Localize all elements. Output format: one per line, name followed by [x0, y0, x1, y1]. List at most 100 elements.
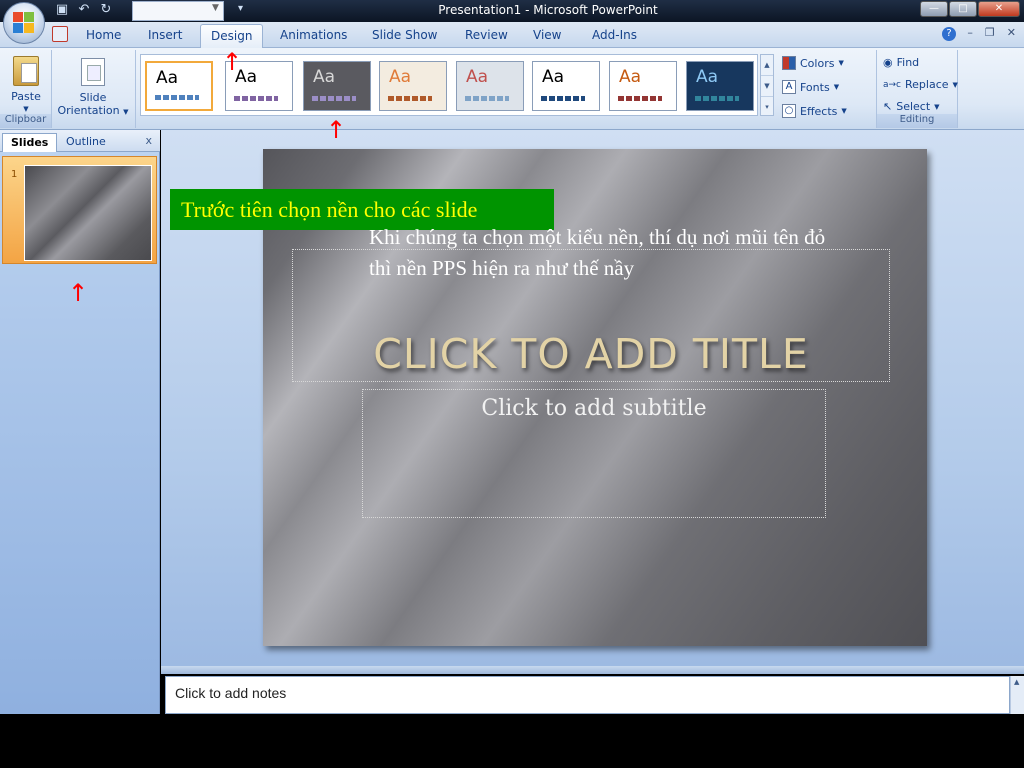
theme-7[interactable]: Aa — [609, 61, 677, 111]
window-title: Presentation1 - Microsoft PowerPoint — [438, 3, 658, 17]
slides-pane: Slides Outline x 1 — [0, 130, 160, 714]
binoculars-icon: ◉ — [883, 56, 893, 69]
gallery-more-icon[interactable]: ▾ — [761, 97, 773, 117]
select-button[interactable]: ↖ Select ▼ — [883, 100, 940, 113]
find-label: Find — [896, 56, 920, 69]
theme-color-swatches — [695, 96, 739, 101]
gallery-up-icon[interactable]: ▲ — [761, 55, 773, 76]
effects-label: Effects — [800, 104, 838, 118]
theme-color-swatches — [618, 96, 662, 101]
theme-label: Aa — [156, 68, 179, 88]
colors-label: Colors — [800, 56, 835, 70]
orientation-label: Orientation — [57, 104, 120, 117]
tab-design[interactable]: Design — [200, 24, 264, 49]
clipboard-group: Paste ▼ Clipboar — [0, 50, 52, 128]
theme-label: Aa — [619, 67, 642, 87]
slide-thumbnail-image — [24, 165, 152, 261]
red-arrow-theme-icon: ↑ — [326, 116, 347, 144]
subtitle-placeholder-text: Click to add subtitle — [481, 396, 707, 421]
tab-home[interactable]: Home — [86, 28, 121, 42]
fonts-button[interactable]: A Fonts ▼ — [782, 80, 839, 94]
theme-label: Aa — [542, 67, 565, 87]
office-button[interactable] — [3, 2, 45, 44]
theme-label: Aa — [466, 67, 489, 87]
paste-button[interactable]: Paste ▼ — [4, 52, 48, 116]
cursor-arrow-icon: ↖ — [883, 100, 893, 113]
notes-placeholder: Click to add notes — [175, 685, 287, 701]
slide-thumbnails: 1 — [0, 152, 159, 714]
slide-orientation-button[interactable]: Slide Orientation ▼ — [54, 52, 132, 119]
close-button[interactable]: ✕ — [978, 1, 1020, 17]
red-arrow-design-tab-icon: ↑ — [222, 48, 243, 76]
tab-view[interactable]: View — [533, 28, 561, 42]
tab-insert[interactable]: Insert — [148, 28, 182, 42]
find-button[interactable]: ◉ Find — [883, 56, 919, 69]
fonts-icon: A — [782, 80, 796, 94]
slide-thumbnail-selected[interactable]: 1 — [2, 156, 157, 264]
subtitle-placeholder[interactable]: Click to add subtitle — [362, 389, 826, 518]
ribbon-tabs: Home Insert Design Animations Slide Show… — [0, 22, 1024, 49]
effects-button[interactable]: ○ Effects ▼ — [782, 104, 847, 118]
replace-icon: a→c — [883, 79, 902, 90]
tab-review[interactable]: Review — [465, 28, 508, 42]
notes-splitter[interactable] — [161, 666, 1024, 674]
chevron-down-icon: ▼ — [123, 108, 129, 116]
theme-label: Aa — [313, 67, 336, 87]
tab-add-ins[interactable]: Add-Ins — [592, 28, 637, 42]
instruction-banner-text: Trước tiên chọn nền cho các slide — [181, 197, 478, 222]
theme-8[interactable]: Aa — [686, 61, 754, 111]
tab-animations[interactable]: Animations — [280, 28, 347, 42]
chevron-down-icon: ▼ — [952, 80, 958, 89]
theme-3[interactable]: Aa — [303, 61, 371, 111]
help-icon[interactable]: ? — [942, 27, 956, 41]
doc-restore-icon[interactable]: ❐ — [985, 26, 995, 39]
chevron-down-icon: ▼ — [934, 102, 940, 111]
theme-5[interactable]: Aa — [456, 61, 524, 111]
notes-scrollbar[interactable] — [1010, 676, 1024, 714]
slide-orientation-icon — [81, 58, 105, 86]
tab-slides[interactable]: Slides — [2, 133, 58, 152]
title-placeholder-text: CLICK TO ADD TITLE — [373, 329, 809, 378]
notes-pane[interactable]: Click to add notes — [165, 676, 1010, 714]
pane-tabs: Slides Outline x — [0, 130, 160, 152]
doc-close-icon[interactable]: ✕ — [1007, 26, 1016, 39]
close-icon[interactable]: x — [145, 134, 152, 147]
clipboard-group-label: Clipboar — [0, 114, 51, 128]
explanation-caption: Khi chúng ta chọn một kiểu nền, thí dụ n… — [369, 225, 826, 280]
maximize-button[interactable]: □ — [949, 1, 977, 17]
format-icon[interactable] — [52, 26, 68, 42]
theme-color-swatches — [155, 95, 199, 100]
theme-label: Aa — [696, 67, 719, 87]
gallery-down-icon[interactable]: ▼ — [761, 76, 773, 97]
theme-1[interactable]: Aa — [145, 61, 213, 111]
tab-outline[interactable]: Outline — [58, 133, 114, 152]
effects-icon: ○ — [782, 104, 796, 118]
fonts-label: Fonts — [800, 80, 830, 94]
title-bar: ▣ ↶ ↻ ▼ ▾ Presentation1 - Microsoft Powe… — [0, 0, 1024, 22]
gallery-scroll: ▲ ▼ ▾ — [760, 54, 774, 116]
theme-color-swatches — [465, 96, 509, 101]
select-label: Select — [896, 100, 931, 113]
theme-color-swatches — [312, 96, 356, 101]
tab-slide-show[interactable]: Slide Show — [372, 28, 437, 42]
editing-group-label: Editing — [877, 114, 957, 128]
office-logo-icon — [13, 12, 35, 34]
replace-button[interactable]: a→c Replace ▼ — [883, 78, 958, 91]
theme-4[interactable]: Aa — [379, 61, 447, 111]
theme-color-swatches — [388, 96, 432, 101]
theme-6[interactable]: Aa — [532, 61, 600, 111]
theme-color-swatches — [541, 96, 585, 101]
theme-color-swatches — [234, 96, 278, 101]
theme-label: Aa — [389, 67, 412, 87]
minimize-button[interactable]: — — [920, 1, 948, 17]
doc-minimize-icon[interactable]: – — [967, 26, 973, 39]
chevron-down-icon: ▼ — [833, 83, 840, 91]
ribbon: Paste ▼ Clipboar Slide Orientation ▼ Aa … — [0, 48, 1024, 130]
chevron-down-icon: ▼ — [841, 107, 847, 115]
window-controls: — □ ✕ — [920, 1, 1020, 17]
page-setup-group: Slide Orientation ▼ — [52, 50, 136, 128]
paste-label: Paste — [11, 90, 41, 103]
chevron-down-icon: ▼ — [838, 59, 844, 67]
slide-number: 1 — [11, 169, 18, 180]
colors-button[interactable]: Colors ▼ — [782, 56, 844, 70]
